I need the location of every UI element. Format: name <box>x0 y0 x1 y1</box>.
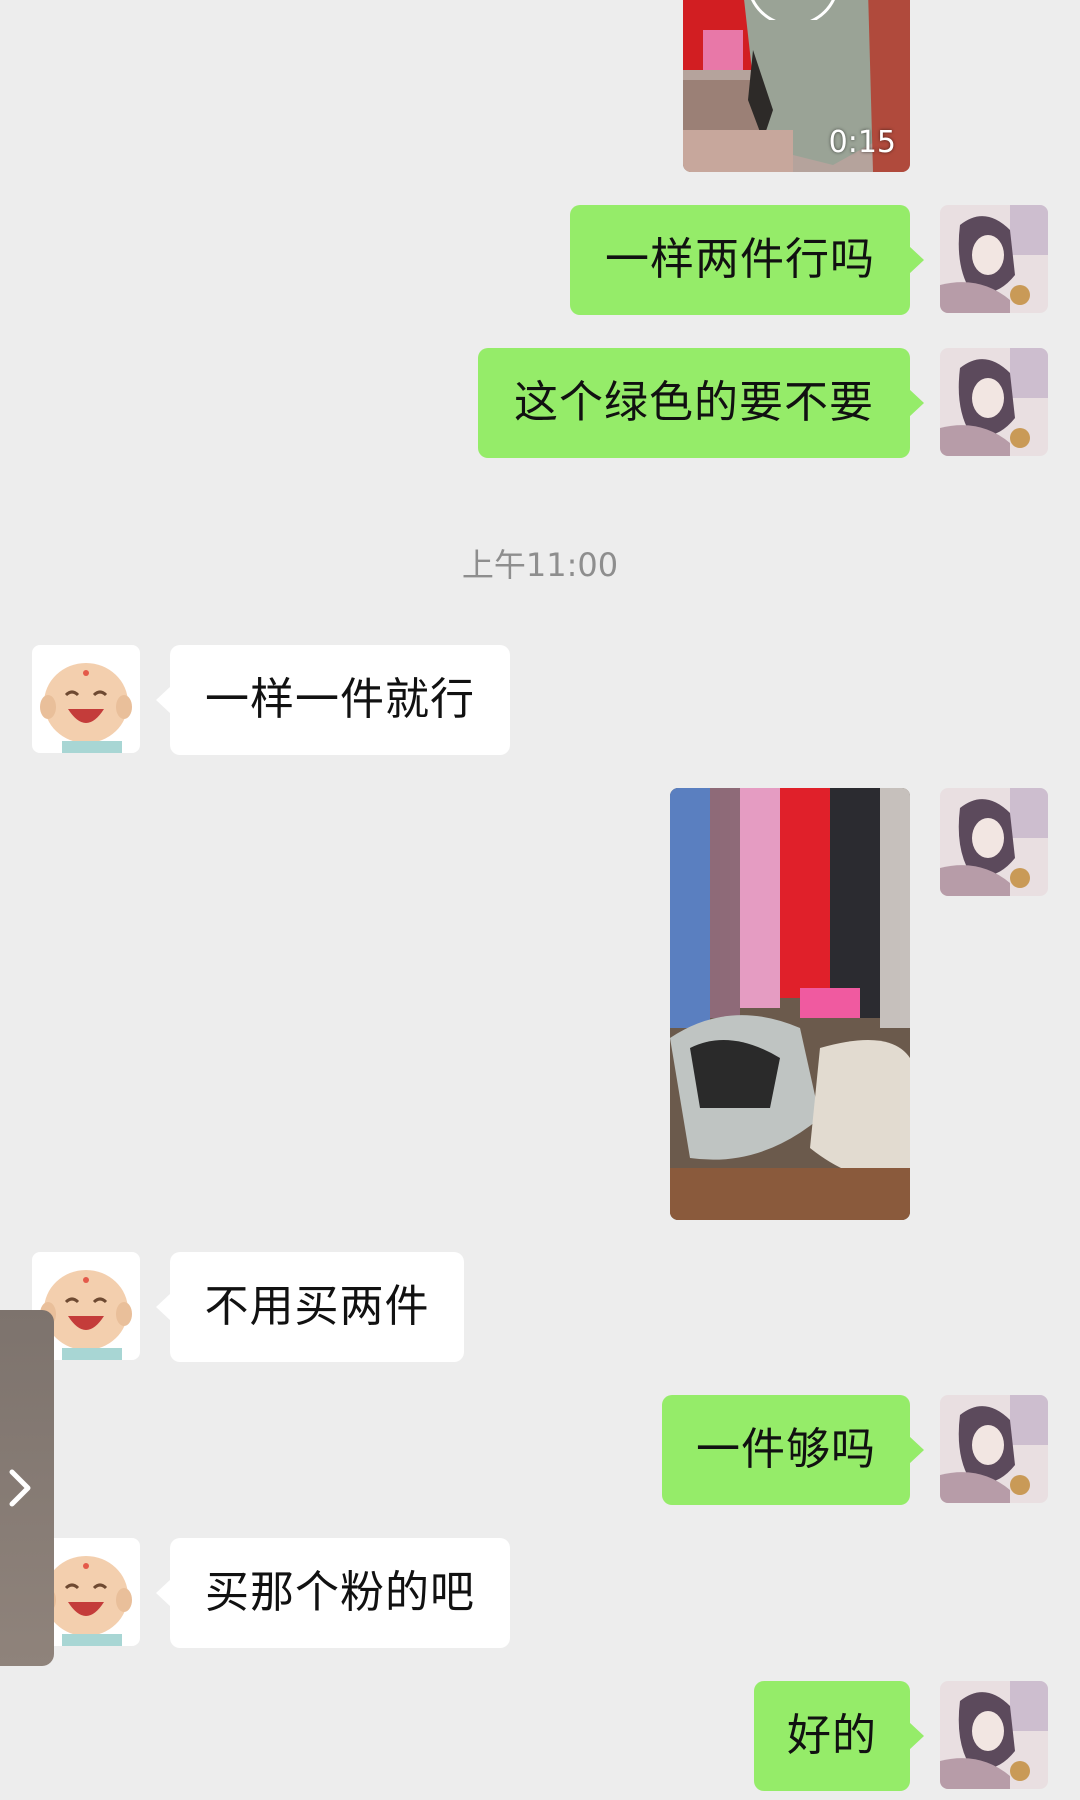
self-avatar-image <box>940 1395 1048 1503</box>
chevron-right-icon <box>9 1469 31 1507</box>
clothes-photo <box>670 788 910 1220</box>
self-avatar[interactable] <box>940 348 1048 456</box>
incoming-message[interactable]: 买那个粉的吧 <box>156 1538 510 1648</box>
outgoing-message[interactable]: 一件够吗 <box>662 1395 924 1505</box>
self-avatar-image <box>940 788 1048 896</box>
self-avatar-image <box>940 1681 1048 1789</box>
contact-avatar-image <box>32 645 140 753</box>
message-timestamp: 上午11:00 <box>461 546 619 584</box>
outgoing-message[interactable]: 这个绿色的要不要 <box>478 348 924 458</box>
incoming-message[interactable]: 不用买两件 <box>156 1252 464 1362</box>
self-avatar[interactable] <box>940 1395 1048 1503</box>
image-message[interactable] <box>670 788 910 1220</box>
incoming-message[interactable]: 一样一件就行 <box>156 645 510 755</box>
outgoing-message[interactable]: 好的 <box>754 1681 924 1791</box>
self-avatar-image <box>940 348 1048 456</box>
self-avatar-image <box>940 205 1048 313</box>
self-avatar[interactable] <box>940 1681 1048 1789</box>
outgoing-message[interactable]: 一样两件行吗 <box>570 205 924 315</box>
self-avatar[interactable] <box>940 788 1048 896</box>
side-panel-tab[interactable] <box>0 1310 54 1666</box>
video-duration: 0:15 <box>828 125 896 160</box>
play-icon[interactable] <box>743 0 843 20</box>
self-avatar[interactable] <box>940 205 1048 313</box>
contact-avatar[interactable] <box>32 645 140 753</box>
video-message[interactable]: 0:15 <box>683 0 910 172</box>
